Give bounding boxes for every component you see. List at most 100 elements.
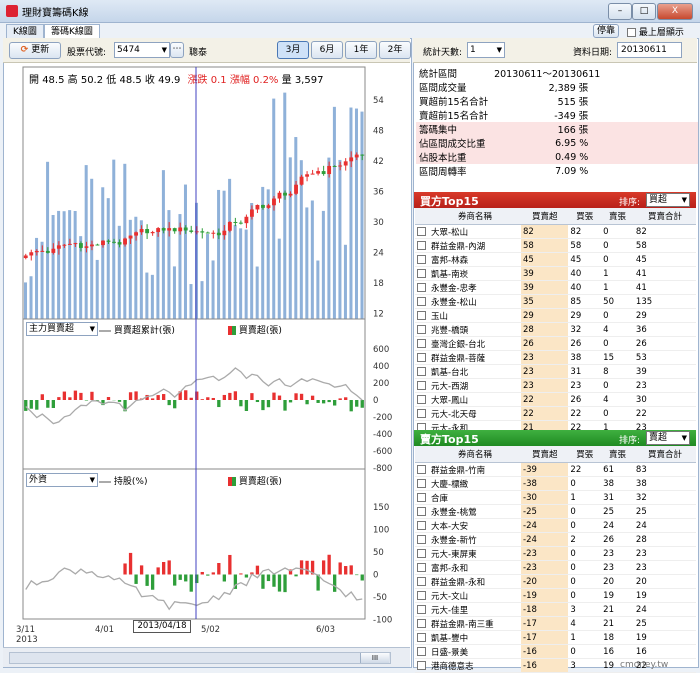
more-button[interactable]: ⋯	[170, 42, 184, 58]
column-header[interactable]: 券商名稱	[429, 208, 521, 225]
table-row[interactable]: 永豐金-松山358550135	[415, 295, 696, 309]
buy-sort-select[interactable]: 買超 ▼	[646, 193, 690, 207]
panel3-tick-label: -50	[373, 593, 387, 603]
chevron-down-icon[interactable]: ▼	[90, 323, 95, 335]
table-row[interactable]: 群益金鼎-竹南-39226183	[415, 463, 696, 477]
row-checkbox[interactable]	[417, 339, 426, 348]
range-3m-button[interactable]: 3月	[277, 41, 309, 59]
row-checkbox[interactable]	[417, 535, 426, 544]
row-checkbox[interactable]	[417, 591, 426, 600]
table-row[interactable]: 元大-北天母2222022	[415, 407, 696, 421]
code-input[interactable]: 5474 ▼	[114, 42, 170, 58]
table-cell: 38	[601, 477, 634, 491]
chevron-down-icon[interactable]: ▼	[682, 194, 687, 206]
table-row[interactable]: 富邦-林森4545045	[415, 253, 696, 267]
table-row[interactable]: 元大-佳里-1832124	[415, 603, 696, 617]
row-checkbox[interactable]	[417, 577, 426, 586]
table-row[interactable]: 永豐金-桃鶯-2502525	[415, 505, 696, 519]
row-checkbox[interactable]	[417, 507, 426, 516]
row-checkbox[interactable]	[417, 381, 426, 390]
column-header[interactable]: 買賣合計	[634, 446, 696, 463]
row-checkbox[interactable]	[417, 647, 426, 656]
sell-sort-select[interactable]: 賣超 ▼	[646, 431, 690, 445]
row-checkbox[interactable]	[417, 269, 426, 278]
row-checkbox[interactable]	[417, 633, 426, 642]
table-row[interactable]: 大本-大安-2402424	[415, 519, 696, 533]
column-header[interactable]: 買賣超	[521, 446, 568, 463]
range-6m-button[interactable]: 6月	[311, 41, 343, 59]
table-row[interactable]: 群益金鼎-南三重-1742125	[415, 617, 696, 631]
scrollbar-thumb[interactable]: III	[360, 653, 389, 663]
tab-kline[interactable]: K線圖	[6, 24, 44, 39]
refresh-button[interactable]: ⟳ 更新	[9, 42, 61, 59]
chart-svg[interactable]: 54484236302418126004002000-200-400-600-8…	[3, 62, 410, 647]
row-checkbox[interactable]	[417, 465, 426, 474]
column-header[interactable]: 賣張	[601, 446, 634, 463]
ontop-checkbox-box[interactable]	[627, 28, 636, 37]
row-checkbox[interactable]	[417, 283, 426, 292]
row-checkbox[interactable]	[417, 409, 426, 418]
row-checkbox[interactable]	[417, 549, 426, 558]
close-button[interactable]: X	[657, 3, 693, 20]
row-checkbox[interactable]	[417, 311, 426, 320]
table-row[interactable]: 凱基-豐中-1711819	[415, 631, 696, 645]
table-row[interactable]: 臺灣企銀-台北2626026	[415, 337, 696, 351]
column-header[interactable]: 賣張	[601, 208, 634, 225]
ontop-checkbox[interactable]: 最上層顯示	[627, 25, 684, 38]
row-checkbox[interactable]	[417, 619, 426, 628]
horizontal-scrollbar[interactable]: III	[9, 652, 391, 664]
row-checkbox[interactable]	[417, 479, 426, 488]
table-row[interactable]: 群益金鼎-永和-2002020	[415, 575, 696, 589]
row-checkbox[interactable]	[417, 493, 426, 502]
panel2-selector[interactable]: 主力買賣超 ▼	[26, 322, 98, 336]
row-checkbox[interactable]	[417, 661, 426, 670]
days-select[interactable]: 1 ▼	[467, 42, 505, 58]
table-row[interactable]: 大慶-標緻-3803838	[415, 477, 696, 491]
date-input[interactable]: 20130611	[617, 42, 682, 58]
table-row[interactable]: 凱基-台北2331839	[415, 365, 696, 379]
column-header[interactable]: 買張	[568, 446, 601, 463]
column-header[interactable]: 券商名稱	[429, 446, 521, 463]
row-checkbox[interactable]	[417, 227, 426, 236]
table-row[interactable]: 富邦-永和-2302323	[415, 561, 696, 575]
row-checkbox[interactable]	[417, 605, 426, 614]
column-header[interactable]: 買張	[568, 208, 601, 225]
table-cell: -20	[521, 575, 568, 589]
chevron-down-icon[interactable]: ▼	[90, 474, 95, 486]
maximize-button[interactable]: □	[632, 3, 656, 20]
table-row[interactable]: 元大-東屏東-2302323	[415, 547, 696, 561]
row-checkbox[interactable]	[417, 325, 426, 334]
row-checkbox[interactable]	[417, 367, 426, 376]
table-row[interactable]: 凱基-南崁3940141	[415, 267, 696, 281]
row-checkbox[interactable]	[417, 353, 426, 362]
table-row[interactable]: 兆豐-橋頭2832436	[415, 323, 696, 337]
table-row[interactable]: 大眾-鳳山2226430	[415, 393, 696, 407]
table-row[interactable]: 永豐金-新竹-2422628	[415, 533, 696, 547]
table-row[interactable]: 大眾-松山8282082	[415, 225, 696, 239]
minimize-button[interactable]: –	[608, 3, 632, 20]
row-checkbox[interactable]	[417, 395, 426, 404]
table-row[interactable]: 玉山2929029	[415, 309, 696, 323]
row-checkbox[interactable]	[417, 255, 426, 264]
row-checkbox[interactable]	[417, 563, 426, 572]
table-row[interactable]: 合庫-3013132	[415, 491, 696, 505]
column-header[interactable]: 買賣合計	[634, 208, 696, 225]
column-header[interactable]: 買賣超	[521, 208, 568, 225]
table-row[interactable]: 永豐金-忠孝3940141	[415, 281, 696, 295]
row-checkbox[interactable]	[417, 241, 426, 250]
table-row[interactable]: 元大-文山-1901919	[415, 589, 696, 603]
table-row[interactable]: 日盛-景美-1601616	[415, 645, 696, 659]
range-2y-button[interactable]: 2年	[379, 41, 411, 59]
table-row[interactable]: 群益金鼎-菩薩23381553	[415, 351, 696, 365]
row-checkbox[interactable]	[417, 297, 426, 306]
table-row[interactable]: 群益金鼎-內湖5858058	[415, 239, 696, 253]
row-checkbox[interactable]	[417, 521, 426, 530]
chevron-down-icon[interactable]: ▼	[682, 432, 687, 444]
range-1y-button[interactable]: 1年	[345, 41, 377, 59]
tab-chip-kline[interactable]: 籌碼K線圖	[44, 24, 100, 39]
dock-button[interactable]: 停靠	[593, 24, 619, 38]
table-row[interactable]: 元大-西湖2323023	[415, 379, 696, 393]
chevron-down-icon[interactable]: ▼	[497, 43, 502, 57]
panel3-selector[interactable]: 外資 ▼	[26, 473, 98, 487]
chevron-down-icon[interactable]: ▼	[162, 43, 167, 57]
